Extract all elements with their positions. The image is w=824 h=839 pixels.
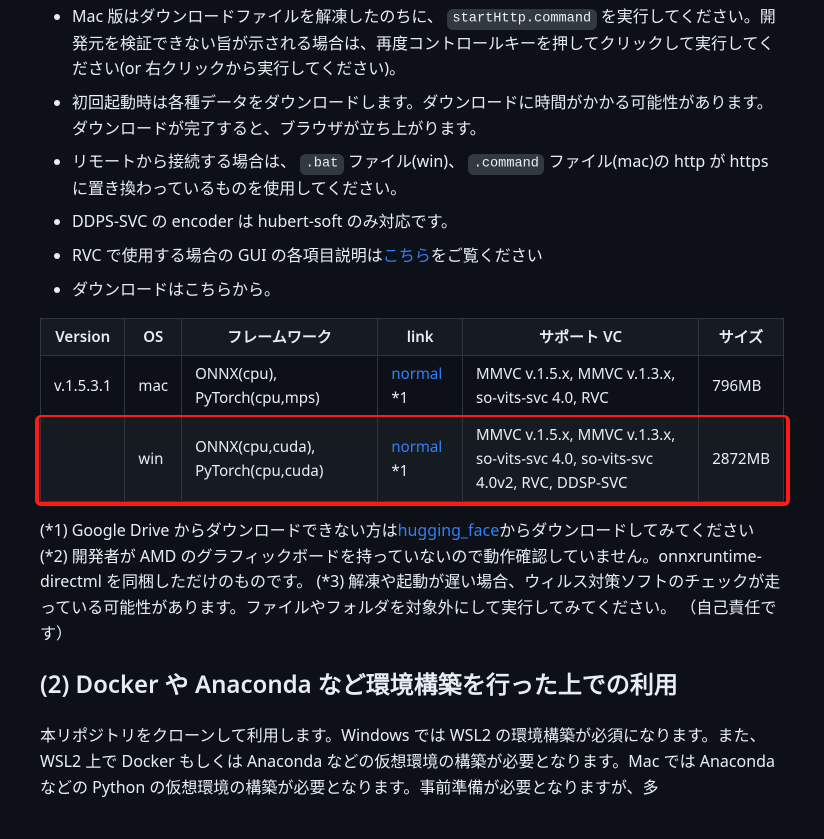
- note-mark: *1: [391, 461, 408, 481]
- col-version: Version: [41, 319, 125, 356]
- cell-size: 2872MB: [699, 417, 784, 502]
- list-item: DDPS-SVC の encoder は hubert-soft のみ対応です。: [72, 209, 784, 235]
- note-mark: *1: [391, 388, 408, 408]
- col-link: link: [378, 319, 463, 356]
- cell-os: mac: [125, 356, 182, 417]
- cell-version: v.1.5.3.1: [41, 356, 125, 417]
- text: Mac 版はダウンロードファイルを解凍したのちに、: [72, 5, 443, 27]
- cell-link: normal *1: [378, 417, 463, 502]
- cell-version: [41, 417, 125, 502]
- col-os: OS: [125, 319, 182, 356]
- text: (*1) Google Drive からダウンロードできない方は: [40, 519, 398, 541]
- text: をご覧ください: [431, 244, 543, 266]
- col-framework: フレームワーク: [182, 319, 378, 356]
- link-huggingface[interactable]: hugging_face: [398, 519, 500, 541]
- list-item: リモートから接続する場合は、 .bat ファイル(win)、 .command …: [72, 149, 784, 201]
- cell-support: MMVC v.1.5.x, MMVC v.1.3.x, so-vits-svc …: [463, 417, 699, 502]
- cell-framework: ONNX(cpu,cuda), PyTorch(cpu,cuda): [182, 417, 378, 502]
- text: RVC で使用する場合の GUI の各項目説明は: [72, 244, 383, 266]
- text: ファイル(win)、: [348, 150, 464, 172]
- text: 初回起動時は各種データをダウンロードします。ダウンロードに時間がかかる可能性があ…: [72, 91, 773, 139]
- closing-paragraph: 本リポジトリをクローンして利用します。Windows では WSL2 の環境構築…: [40, 723, 784, 800]
- table-row: v.1.5.3.1 mac ONNX(cpu), PyTorch(cpu,mps…: [41, 356, 784, 417]
- list-item: 初回起動時は各種データをダウンロードします。ダウンロードに時間がかかる可能性があ…: [72, 90, 784, 141]
- cell-size: 796MB: [699, 356, 784, 417]
- cell-os: win: [125, 417, 182, 502]
- list-item: Mac 版はダウンロードファイルを解凍したのちに、 startHttp.comm…: [72, 4, 784, 82]
- cell-link: normal *1: [378, 356, 463, 417]
- text: DDPS-SVC の encoder は hubert-soft のみ対応です。: [72, 210, 457, 232]
- text: ダウンロードはこちらから。: [72, 278, 280, 300]
- section-heading: (2) Docker や Anaconda など環境構築を行った上での利用: [40, 670, 784, 707]
- footnotes: (*1) Google Drive からダウンロードできない方はhugging_…: [40, 518, 784, 646]
- list-item: RVC で使用する場合の GUI の各項目説明はこちらをご覧ください: [72, 243, 784, 269]
- code-inline: startHttp.command: [447, 9, 597, 29]
- list-item: ダウンロードはこちらから。: [72, 277, 784, 303]
- col-size: サイズ: [699, 319, 784, 356]
- download-table: Version OS フレームワーク link サポート VC サイズ v.1.…: [40, 318, 784, 502]
- code-inline: .bat: [300, 154, 344, 174]
- cell-support: MMVC v.1.5.x, MMVC v.1.3.x, so-vits-svc …: [463, 356, 699, 417]
- download-link[interactable]: normal: [391, 437, 442, 457]
- table-row: win ONNX(cpu,cuda), PyTorch(cpu,cuda) no…: [41, 417, 784, 502]
- instruction-list: Mac 版はダウンロードファイルを解凍したのちに、 startHttp.comm…: [40, 4, 784, 302]
- download-table-wrapper: Version OS フレームワーク link サポート VC サイズ v.1.…: [40, 318, 784, 502]
- code-inline: .command: [468, 154, 544, 174]
- col-support: サポート VC: [463, 319, 699, 356]
- cell-framework: ONNX(cpu), PyTorch(cpu,mps): [182, 356, 378, 417]
- download-link[interactable]: normal: [391, 364, 442, 384]
- link-gui-explain[interactable]: こちら: [383, 244, 431, 266]
- text: リモートから接続する場合は、: [72, 150, 296, 172]
